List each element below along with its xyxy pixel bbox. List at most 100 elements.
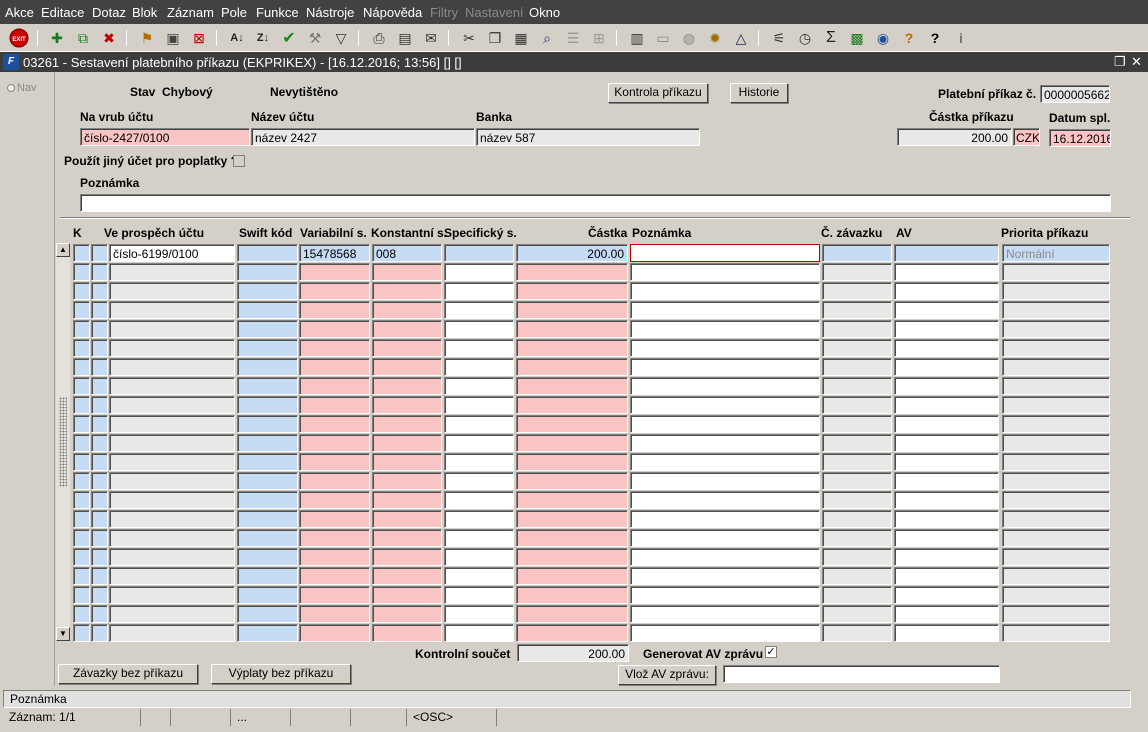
kontrolni-soucet-field[interactable]: 200.00: [517, 644, 629, 662]
ss-cell[interactable]: [444, 434, 514, 452]
ks-cell[interactable]: [372, 377, 442, 395]
ucet-cell[interactable]: [109, 491, 235, 509]
print-icon[interactable]: ⎙: [368, 27, 390, 49]
zavazek-cell[interactable]: [822, 472, 892, 490]
swift-cell[interactable]: [237, 510, 298, 528]
ss-cell[interactable]: [444, 624, 514, 642]
k-cell-b[interactable]: [91, 244, 108, 262]
av-cell[interactable]: [894, 263, 999, 281]
priorita-cell[interactable]: [1002, 491, 1110, 509]
k-cell-b[interactable]: [91, 529, 108, 547]
cancel-query-icon[interactable]: ⊠: [188, 27, 210, 49]
ucet-cell[interactable]: [109, 624, 235, 642]
historie-button[interactable]: Historie: [730, 83, 788, 103]
k-cell-a[interactable]: [73, 339, 90, 357]
swift-cell[interactable]: [237, 453, 298, 471]
k-cell-a[interactable]: [73, 434, 90, 452]
k-cell-a[interactable]: [73, 529, 90, 547]
ks-cell[interactable]: [372, 263, 442, 281]
ucet-cell[interactable]: [109, 396, 235, 414]
zavazek-cell[interactable]: [822, 491, 892, 509]
zavazek-cell[interactable]: [822, 624, 892, 642]
av-cell[interactable]: [894, 529, 999, 547]
sort-asc-icon[interactable]: A↓: [226, 27, 248, 49]
swift-cell[interactable]: [237, 434, 298, 452]
menu-item[interactable]: Funkce: [256, 5, 299, 20]
triangle-icon[interactable]: △: [730, 27, 752, 49]
av-cell[interactable]: [894, 377, 999, 395]
swift-cell[interactable]: [237, 301, 298, 319]
menu-item[interactable]: Záznam: [167, 5, 214, 20]
k-cell-a[interactable]: [73, 491, 90, 509]
ss-cell[interactable]: [444, 396, 514, 414]
ks-cell[interactable]: [372, 434, 442, 452]
vs-cell[interactable]: [299, 377, 370, 395]
k-cell-b[interactable]: [91, 263, 108, 281]
ks-cell[interactable]: [372, 472, 442, 490]
k-cell-a[interactable]: [73, 453, 90, 471]
poznamka-cell[interactable]: [630, 472, 820, 490]
vs-cell[interactable]: [299, 320, 370, 338]
ks-cell[interactable]: [372, 605, 442, 623]
priorita-cell[interactable]: [1002, 624, 1110, 642]
wrench-icon[interactable]: ⚒: [304, 27, 326, 49]
poznamka-cell[interactable]: [630, 282, 820, 300]
swift-cell[interactable]: [237, 358, 298, 376]
k-cell-b[interactable]: [91, 301, 108, 319]
k-cell-a[interactable]: [73, 301, 90, 319]
k-cell-b[interactable]: [91, 548, 108, 566]
k-cell-b[interactable]: [91, 320, 108, 338]
k-cell-a[interactable]: [73, 396, 90, 414]
ks-cell[interactable]: [372, 529, 442, 547]
castka-cell[interactable]: [516, 263, 628, 281]
castka-cell[interactable]: [516, 396, 628, 414]
ss-cell[interactable]: [444, 529, 514, 547]
zavazek-cell[interactable]: [822, 377, 892, 395]
ks-cell[interactable]: [372, 453, 442, 471]
vs-cell[interactable]: [299, 282, 370, 300]
ks-cell[interactable]: [372, 396, 442, 414]
delete-record-icon[interactable]: ✖: [98, 27, 120, 49]
zavazek-cell[interactable]: [822, 510, 892, 528]
sort-desc-icon[interactable]: Z↓: [252, 27, 274, 49]
poznamka-cell[interactable]: [630, 263, 820, 281]
castka-cell[interactable]: [516, 586, 628, 604]
vs-cell[interactable]: [299, 548, 370, 566]
filter-icon[interactable]: ▽: [330, 27, 352, 49]
priorita-cell[interactable]: [1002, 339, 1110, 357]
poznamka-cell[interactable]: [630, 301, 820, 319]
execute-query-icon[interactable]: ▣: [162, 27, 184, 49]
poplatky-checkbox[interactable]: [233, 155, 245, 167]
vs-cell[interactable]: [299, 339, 370, 357]
swift-cell[interactable]: [237, 529, 298, 547]
av-cell[interactable]: [894, 301, 999, 319]
priorita-cell[interactable]: [1002, 377, 1110, 395]
k-cell-b[interactable]: [91, 472, 108, 490]
poznamka-cell[interactable]: [630, 320, 820, 338]
ss-cell[interactable]: [444, 358, 514, 376]
castka-cell[interactable]: [516, 605, 628, 623]
vs-cell[interactable]: [299, 491, 370, 509]
ks-cell[interactable]: [372, 567, 442, 585]
clock-icon[interactable]: ◷: [794, 27, 816, 49]
ks-cell[interactable]: [372, 586, 442, 604]
ss-cell[interactable]: [444, 320, 514, 338]
castka-cell[interactable]: [516, 624, 628, 642]
zavazek-cell[interactable]: [822, 339, 892, 357]
zavazek-cell[interactable]: [822, 320, 892, 338]
castka-cell[interactable]: [516, 529, 628, 547]
ss-cell[interactable]: [444, 567, 514, 585]
mail-icon[interactable]: ✉: [420, 27, 442, 49]
ss-cell[interactable]: [444, 282, 514, 300]
av-cell[interactable]: [894, 320, 999, 338]
k-cell-b[interactable]: [91, 491, 108, 509]
zavazek-cell[interactable]: [822, 244, 892, 262]
av-cell[interactable]: [894, 358, 999, 376]
castka-cell[interactable]: [516, 358, 628, 376]
swift-cell[interactable]: [237, 396, 298, 414]
k-cell-a[interactable]: [73, 624, 90, 642]
ks-cell[interactable]: [372, 320, 442, 338]
ucet-cell[interactable]: [109, 529, 235, 547]
chart-icon[interactable]: ⚟: [768, 27, 790, 49]
k-cell-b[interactable]: [91, 415, 108, 433]
